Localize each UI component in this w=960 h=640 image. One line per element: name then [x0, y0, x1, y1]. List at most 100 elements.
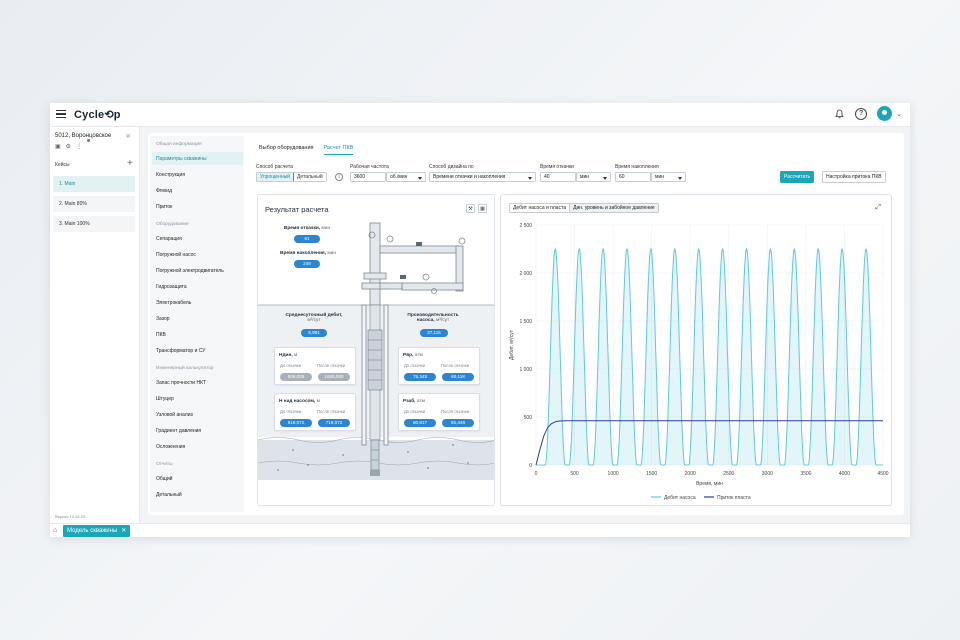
close-icon[interactable]: ✕	[121, 525, 126, 537]
x-axis-label: Время, мин	[696, 481, 723, 487]
nav-item-clearance[interactable]: Зазор	[156, 316, 170, 322]
pbuf-title-text: Рвр,	[403, 353, 414, 358]
menu-icon[interactable]	[56, 110, 66, 119]
metric-card-hpump: Н над насосом, м До откачки После откачк…	[274, 393, 356, 431]
nav-item-separation[interactable]: Сепарация	[156, 236, 182, 242]
more-icon[interactable]: ⋮	[76, 143, 82, 150]
accum-time-unit-select[interactable]: мин	[651, 172, 686, 182]
tab-bar: Выбор оборудования Расчет ПКВ	[259, 145, 354, 155]
info-icon[interactable]: i	[335, 173, 343, 181]
chevron-down-icon[interactable]: ⌄	[896, 110, 902, 118]
app-logo[interactable]: Cycle⟲p	[74, 108, 121, 121]
tab-pkv-calc[interactable]: Расчет ПКВ	[323, 145, 354, 155]
metric-card-hdyn: Ндин, м До откачки После откачки 509,035…	[274, 347, 356, 385]
help-icon[interactable]: ?	[855, 107, 868, 120]
settings-icon[interactable]: ⚙	[66, 143, 71, 150]
daily-rate-value: 6,991	[301, 329, 327, 337]
nav-item-motor[interactable]: Погружной электродвигатель	[156, 268, 224, 274]
hpump-after-label: После откачки	[317, 409, 346, 414]
nav-item-construction[interactable]: Конструкция	[156, 172, 185, 178]
x-tick-label: 1000	[608, 471, 619, 477]
accum-time-result-value: 249	[294, 260, 320, 268]
hpump-unit: м	[316, 399, 320, 404]
nav-item-tubing-strength[interactable]: Запас прочности НКТ	[156, 380, 206, 386]
pzab-before-value: 80,617	[404, 419, 436, 427]
pkv-inflow-settings-button[interactable]: Настройка притока ПКВ	[822, 171, 886, 183]
x-tick-label: 500	[570, 471, 579, 477]
nav-item-well-params[interactable]: Параметры скважины	[156, 156, 207, 162]
pzab-before-label: До откачки	[404, 409, 426, 414]
case-item-main-80[interactable]: 2. Main 80%	[53, 196, 135, 212]
nav-item-report-general[interactable]: Общий	[156, 476, 172, 482]
bell-icon[interactable]	[833, 108, 845, 120]
nav-group-reports: Отчеты	[156, 462, 173, 467]
pump-time-unit-select[interactable]: мин	[576, 172, 611, 182]
nav-item-pressure-gradient[interactable]: Градиент давления	[156, 428, 201, 434]
y-tick-label: 2 000	[519, 271, 532, 277]
nav-item-cable[interactable]: Электрокабель	[156, 300, 191, 306]
chevron-down-icon	[528, 176, 532, 180]
nav-item-transformer[interactable]: Трансформатор и СУ	[156, 348, 205, 354]
freq-unit-select[interactable]: об./мин	[386, 172, 426, 182]
x-tick-label: 3500	[800, 471, 811, 477]
chevron-down-icon	[418, 176, 422, 180]
chart-panel: Дебит насоса и пласта Дин. уровень и заб…	[500, 194, 892, 506]
nav-item-choke[interactable]: Штуцер	[156, 396, 174, 402]
design-select[interactable]: Времени откачки и накопления	[429, 172, 536, 182]
pbuf-after-label: После откачки	[441, 363, 470, 368]
top-bar: Cycle⟲p ? ⌄	[50, 103, 910, 127]
save-icon[interactable]: ▣	[55, 143, 61, 150]
well-actions: ▣ ⚙ ⋮	[55, 143, 82, 150]
metric-card-pzab: Рзаб, атм До откачки После откачки 80,61…	[398, 393, 480, 431]
pbuf-before-label: До откачки	[404, 363, 426, 368]
freq-input[interactable]: 3600	[350, 172, 386, 182]
hdyn-title: Ндин, м	[279, 353, 297, 358]
freq-label: Рабочая частота	[350, 164, 389, 170]
pump-perf-label: Производительность насоса, м³/сут	[398, 313, 468, 323]
x-tick-label: 4500	[877, 471, 888, 477]
y-tick-label: 0	[529, 463, 532, 469]
case-item-main[interactable]: 1. Main	[53, 176, 135, 192]
version-label: Версия 10.04.25	[55, 514, 86, 519]
nav-item-pump[interactable]: Погружной насос	[156, 252, 196, 258]
nav-item-report-detailed[interactable]: Детальный	[156, 492, 182, 498]
nav-item-inflow[interactable]: Приток	[156, 204, 172, 210]
legend-label-pump: Дебит насоса	[664, 495, 696, 501]
calc-method-simple[interactable]: Упрощенный	[257, 173, 294, 181]
pbuf-before-value: 75,345	[404, 373, 436, 381]
tab-well-model-label: Модель скважины	[67, 528, 118, 534]
accum-time-result-label: Время накопления, мин	[268, 251, 348, 256]
hpump-title-text: Н над насосом,	[279, 399, 316, 404]
nav-item-nodal[interactable]: Узловой анализ	[156, 412, 193, 418]
nav-item-fluid[interactable]: Флюид	[156, 188, 172, 194]
nav-item-pkv[interactable]: ПКВ	[156, 332, 166, 338]
hpump-title: Н над насосом, м	[279, 399, 320, 404]
calc-method-detailed[interactable]: Детальный	[294, 173, 326, 181]
chevron-down-icon	[603, 176, 607, 180]
add-case-icon[interactable]: +	[127, 158, 133, 169]
pump-time-input[interactable]: 40	[540, 172, 576, 182]
calc-method-label: Способ расчета	[256, 164, 293, 170]
freq-unit-value: об./мин	[390, 174, 408, 180]
accum-time-input[interactable]: 60	[615, 172, 651, 182]
nav-group-equipment: Оборудование	[156, 222, 189, 227]
nav-item-protector[interactable]: Гидрозащита	[156, 284, 187, 290]
tab-well-model[interactable]: Модель скважины ✕	[63, 525, 131, 537]
hdyn-after-value: 1665,000	[318, 373, 350, 381]
nav-group-calculator: Инженерный калькулятор	[156, 366, 214, 371]
chevron-down-icon	[678, 176, 682, 180]
avatar[interactable]	[877, 106, 893, 121]
tab-equipment[interactable]: Выбор оборудования	[259, 145, 314, 155]
metric-card-pbuf: Рвр, атм До откачки После откачки 75,345…	[398, 347, 480, 385]
legend-label-inflow: Приток пласта	[717, 495, 751, 501]
rate-chart: 0 500 1000 1500 2000 2500 3000 3500 4000 4500 0 500…	[509, 223, 889, 501]
cases-panel: 5012, Воронцовское « ▣ ⚙ ⋮ Кейсы + 1. Ma…	[50, 127, 140, 537]
home-icon[interactable]: ⌂	[53, 527, 57, 534]
nav-item-complications[interactable]: Осложнения	[156, 444, 185, 450]
pzab-after-value: 65,446	[442, 419, 474, 427]
calculate-button[interactable]: Рассчитать	[780, 171, 815, 183]
daily-rate-label: Среднесуточный дебит, м³/сут	[282, 313, 346, 323]
case-item-main-100[interactable]: 3. Main 100%	[53, 216, 135, 232]
collapse-panel-icon[interactable]: «	[126, 131, 130, 140]
series-pump-rate-line	[536, 247, 883, 466]
